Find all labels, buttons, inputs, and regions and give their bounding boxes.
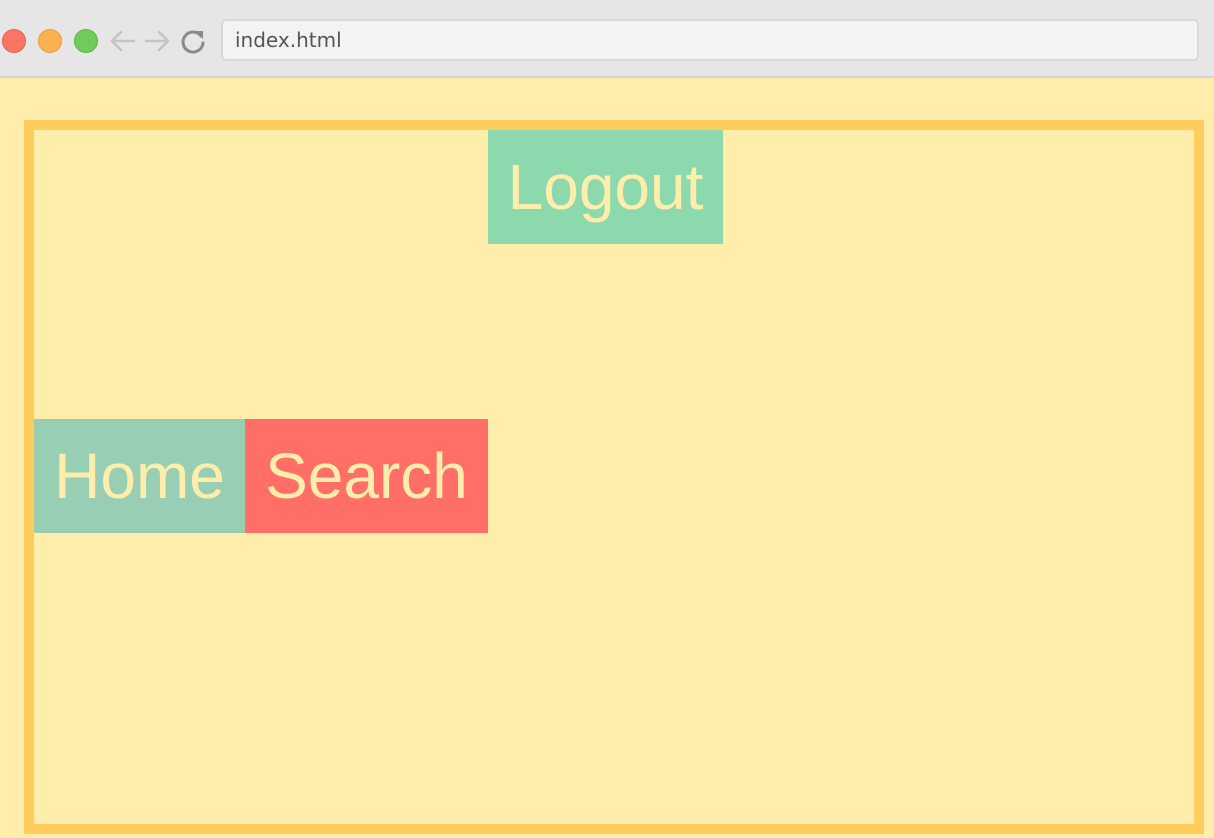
window-maximize-button[interactable] [74, 29, 98, 53]
window-close-button[interactable] [2, 29, 26, 53]
search-link[interactable]: Search [245, 419, 488, 533]
browser-toolbar: index.html [0, 0, 1214, 78]
address-bar[interactable]: index.html [221, 19, 1199, 61]
home-link[interactable]: Home [34, 419, 245, 533]
reload-icon[interactable] [178, 26, 208, 56]
back-arrow-icon[interactable] [108, 26, 138, 56]
address-bar-url: index.html [235, 28, 342, 52]
window-minimize-button[interactable] [38, 29, 62, 53]
forward-arrow-icon[interactable] [142, 26, 172, 56]
logout-link[interactable]: Logout [488, 130, 723, 244]
